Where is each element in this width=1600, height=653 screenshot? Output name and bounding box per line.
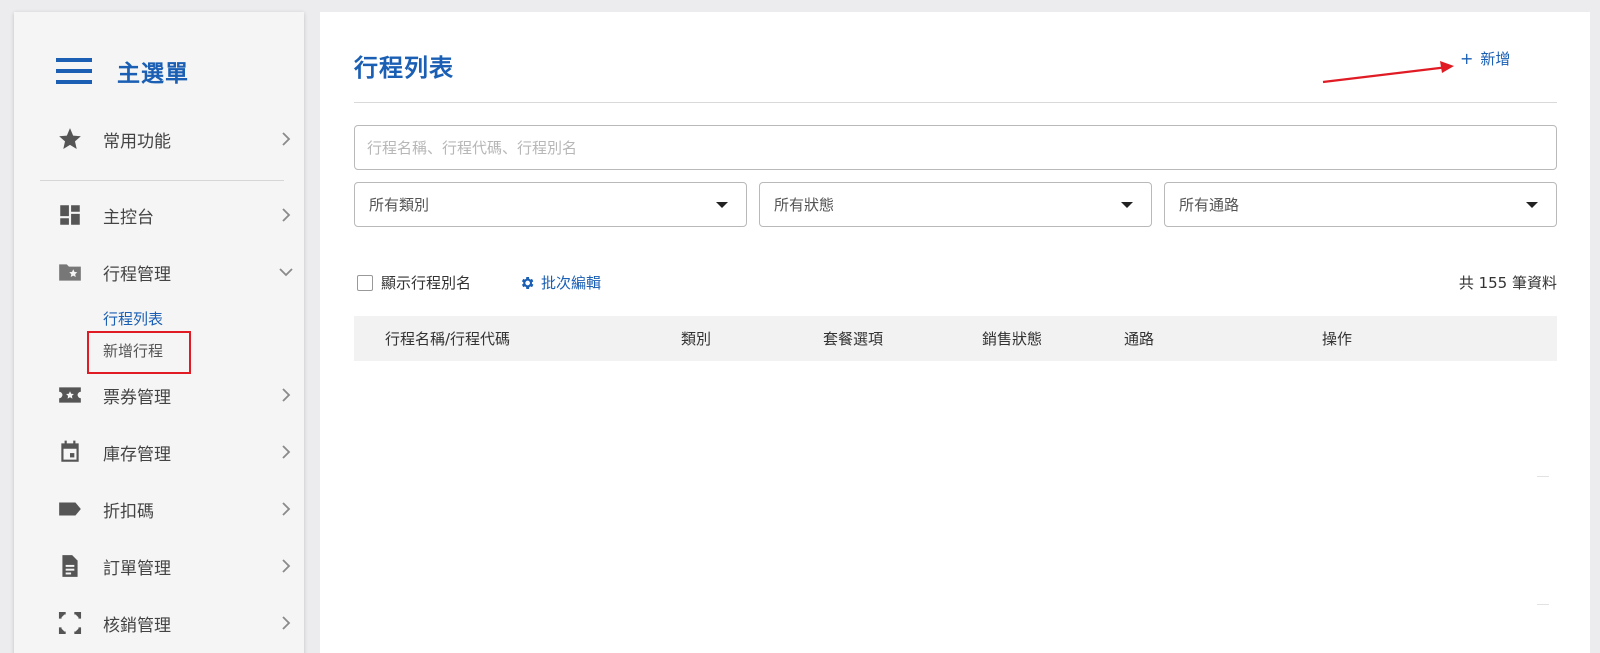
sidebar-item-label: 票券管理 [103,387,171,408]
total-count: 共 155 筆資料 [1458,274,1557,292]
sidebar-item-dashboard[interactable]: 主控台 [56,200,296,230]
add-tour-button[interactable]: + 新增 [1460,48,1510,69]
batch-edit-label: 批次編輯 [541,274,602,292]
show-alias-label: 顯示行程別名 [381,274,472,292]
sidebar-item-ticket-management[interactable]: 票券管理 [56,380,296,410]
sidebar-item-order-management[interactable]: 訂單管理 [56,551,296,581]
label-icon [56,495,84,523]
sidebar-item-redemption-management[interactable]: 核銷管理 [56,608,296,638]
hamburger-menu-icon[interactable] [56,58,92,84]
gear-icon [521,276,534,289]
chevron-right-icon [278,444,294,460]
column-header-channel[interactable]: 通路 [1124,328,1154,349]
folder-star-icon [56,258,84,286]
chevron-down-icon [278,264,294,280]
calendar-icon [56,438,84,466]
select-value: 所有狀態 [774,196,835,214]
sidebar-divider [40,180,284,181]
sidebar-item-label: 訂單管理 [103,558,171,579]
sidebar-subitem-tour-list[interactable]: 行程列表 [103,308,163,329]
status-filter-select[interactable]: 所有狀態 [759,182,1152,227]
chevron-right-icon [278,207,294,223]
sidebar-item-tour-management[interactable]: 行程管理 [56,257,296,287]
ticket-icon [56,381,84,409]
document-icon [56,552,84,580]
annotation-arrow [1322,61,1454,84]
menu-title: 主選單 [117,61,189,87]
select-value: 所有類別 [369,196,430,214]
column-header-package-options[interactable]: 套餐選項 [823,328,883,349]
sidebar-item-label: 庫存管理 [103,444,171,465]
scan-frame-icon [56,609,84,637]
sidebar: 主選單 常用功能 主控台 行程管理 行程列表 新增行程 票券管理 庫存管理 折扣… [14,12,304,653]
show-alias-checkbox[interactable] [357,274,373,291]
annotation-highlight-box [87,331,191,374]
main-panel: 行程列表 + 新增 所有類別 所有狀態 所有通路 顯示行程別名 批次編輯 共 1… [320,12,1590,653]
column-header-sales-status[interactable]: 銷售狀態 [982,328,1042,349]
dropdown-caret-icon [1526,201,1538,208]
batch-edit-button[interactable]: 批次編輯 [519,272,601,293]
category-filter-select[interactable]: 所有類別 [354,182,747,227]
chevron-right-icon [278,131,294,147]
sidebar-item-label: 行程管理 [103,264,171,285]
channel-filter-select[interactable]: 所有通路 [1164,182,1557,227]
scroll-indicator [1537,476,1549,477]
dashboard-icon [56,201,84,229]
chevron-right-icon [278,387,294,403]
chevron-right-icon [278,615,294,631]
sidebar-item-label: 折扣碼 [103,501,154,522]
sidebar-item-label: 核銷管理 [103,615,171,636]
show-alias-checkbox-group[interactable]: 顯示行程別名 [357,272,471,293]
sidebar-item-discount-code[interactable]: 折扣碼 [56,494,296,524]
table-header: 行程名稱/行程代碼 類別 套餐選項 銷售狀態 通路 操作 [354,316,1557,361]
scroll-indicator [1537,604,1549,605]
sidebar-item-label: 主控台 [103,207,154,228]
column-header-actions[interactable]: 操作 [1322,328,1352,349]
plus-icon: + [1460,49,1474,68]
header-divider [354,102,1557,103]
chevron-right-icon [278,501,294,517]
menu-header: 主選單 [56,54,189,88]
chevron-right-icon [278,558,294,574]
star-icon [56,125,84,153]
search-input[interactable] [354,125,1557,170]
list-toolbar: 顯示行程別名 批次編輯 共 155 筆資料 [354,270,1557,294]
sidebar-item-favorites[interactable]: 常用功能 [56,124,296,154]
sidebar-item-inventory-management[interactable]: 庫存管理 [56,437,296,467]
dropdown-caret-icon [716,201,728,208]
select-value: 所有通路 [1179,196,1240,214]
page-title: 行程列表 [354,54,454,82]
add-button-label: 新增 [1480,50,1511,68]
dropdown-caret-icon [1121,201,1133,208]
column-header-category[interactable]: 類別 [681,328,711,349]
column-header-name[interactable]: 行程名稱/行程代碼 [385,328,510,349]
sidebar-item-label: 常用功能 [103,131,171,152]
